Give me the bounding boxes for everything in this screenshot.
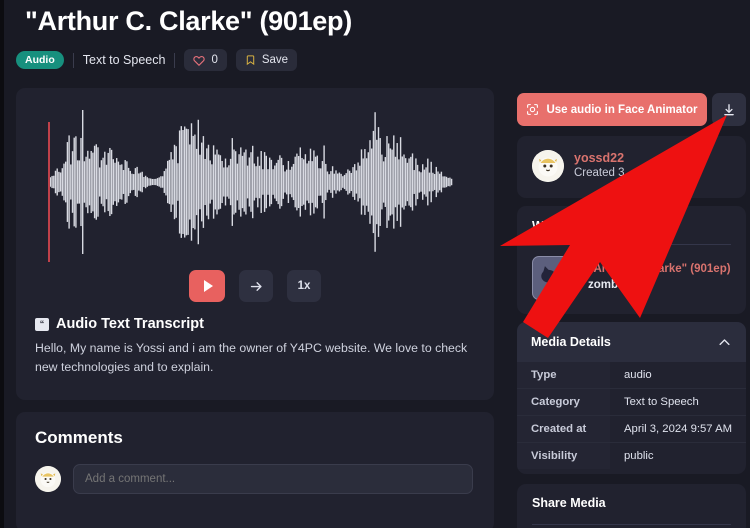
share-divider xyxy=(532,524,731,525)
like-button[interactable]: 0 xyxy=(184,49,227,71)
transcript-header: “ Audio Text Transcript xyxy=(35,316,204,332)
table-row: Type audio xyxy=(517,362,746,389)
comment-compose-row xyxy=(35,464,473,494)
detail-value: audio xyxy=(610,362,746,389)
table-row: Created at April 3, 2024 9:57 AM xyxy=(517,415,746,443)
comments-title: Comments xyxy=(35,428,123,447)
player-controls: 1x xyxy=(16,270,494,302)
heart-icon xyxy=(193,54,206,66)
waveform-display[interactable] xyxy=(30,102,480,262)
weight-used-title: Weight Used xyxy=(532,219,608,233)
face-animator-label: Use audio in Face Animator xyxy=(546,103,698,116)
detail-key: Created at xyxy=(517,415,610,443)
play-button[interactable] xyxy=(189,270,225,302)
uploader-card[interactable]: yossd22 Created 3 xyxy=(517,136,746,198)
table-row: Visibility public xyxy=(517,442,746,469)
transcript-text: Hello, My name is Yossi and i am the own… xyxy=(35,341,468,375)
detail-key: Category xyxy=(517,388,610,416)
detail-key: Visibility xyxy=(517,442,610,469)
user-avatar-cat xyxy=(532,150,564,182)
like-count: 0 xyxy=(211,54,218,66)
uploader-name: yossd22 xyxy=(574,151,625,166)
save-button[interactable]: Save xyxy=(235,49,298,71)
media-meta-row: Audio Text to Speech 0 Save xyxy=(16,49,298,71)
download-button[interactable] xyxy=(712,93,746,126)
media-details-header[interactable]: Media Details xyxy=(517,322,746,362)
chevron-up-icon[interactable] xyxy=(717,335,732,350)
media-details-card: Media Details Type audio Category Text to S… xyxy=(517,322,746,474)
weight-divider xyxy=(532,244,731,245)
face-scan-icon xyxy=(526,103,539,116)
share-media-title: Share Media xyxy=(532,496,606,510)
closed-caption-icon: “ xyxy=(35,317,49,331)
bookmark-icon xyxy=(245,54,256,66)
media-detail-page: "Arthur C. Clarke" (901ep) Audio Text to… xyxy=(4,0,750,528)
uploader-created: Created 3 xyxy=(574,167,625,180)
uploader-info: yossd22 Created 3 xyxy=(532,150,625,182)
skip-forward-button[interactable] xyxy=(239,270,273,302)
download-icon xyxy=(722,103,736,117)
meta-divider xyxy=(72,52,74,68)
audio-player-card: 1x “ Audio Text Transcript Hello, My nam… xyxy=(16,88,494,400)
weight-item[interactable]: "Arthur C. Clarke" (901ep) zombie xyxy=(532,256,731,300)
weight-name: "Arthur C. Clarke" (901ep) xyxy=(588,263,731,276)
comments-card: Comments xyxy=(16,412,494,528)
share-media-card: Share Media xyxy=(517,484,746,528)
media-details-title: Media Details xyxy=(531,335,611,349)
skip-forward-icon xyxy=(249,279,264,294)
detail-key: Type xyxy=(517,362,610,389)
weight-subtitle: zombie xyxy=(588,279,628,291)
media-category-label: Text to Speech xyxy=(82,53,166,67)
save-label: Save xyxy=(261,54,289,66)
play-icon xyxy=(203,280,213,292)
detail-value: Text to Speech xyxy=(610,388,746,416)
comment-input[interactable] xyxy=(73,464,473,494)
weight-used-card: Weight Used "Arthur C. Clarke" (901ep) z… xyxy=(517,206,746,314)
playback-speed-button[interactable]: 1x xyxy=(287,270,321,302)
media-details-table: Type audio Category Text to Speech Created a… xyxy=(517,362,746,469)
table-row: Category Text to Speech xyxy=(517,388,746,416)
media-type-badge: Audio xyxy=(16,50,64,70)
detail-value: April 3, 2024 9:57 AM xyxy=(610,415,746,443)
playhead-marker[interactable] xyxy=(48,122,50,262)
transcript-title: Audio Text Transcript xyxy=(56,316,204,332)
detail-value: public xyxy=(624,450,654,462)
user-avatar-cat xyxy=(35,466,61,492)
use-audio-in-face-animator-button[interactable]: Use audio in Face Animator xyxy=(517,93,707,126)
page-title: "Arthur C. Clarke" (901ep) xyxy=(25,6,352,36)
meta-divider xyxy=(174,52,176,68)
weight-thumbnail xyxy=(532,256,576,300)
